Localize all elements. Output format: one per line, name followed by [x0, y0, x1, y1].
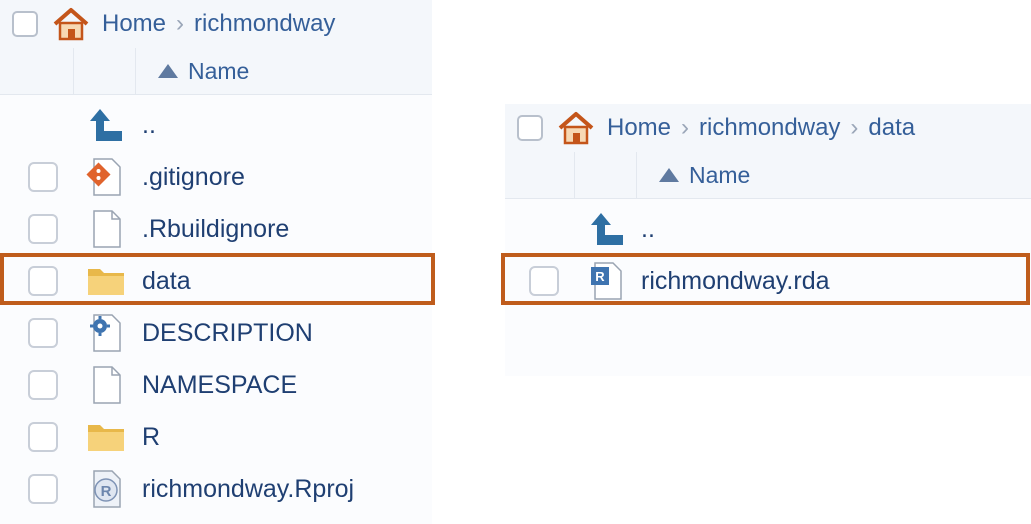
breadcrumb: Home › richmondway — [0, 0, 432, 49]
sort-ascending-icon[interactable] — [659, 168, 679, 182]
column-header: Name — [505, 152, 1031, 199]
blank-file-icon — [93, 366, 121, 404]
home-icon[interactable] — [557, 111, 595, 145]
rproj-file-icon: R — [93, 470, 121, 508]
folder-icon — [88, 425, 124, 451]
list-item[interactable]: data — [0, 255, 432, 307]
file-name[interactable]: richmondway.Rproj — [142, 475, 354, 504]
list-item[interactable]: NAMESPACE — [0, 359, 432, 411]
list-item-parent[interactable]: .. — [505, 203, 1031, 255]
list-item[interactable]: .gitignore — [0, 151, 432, 203]
sort-ascending-icon[interactable] — [158, 64, 178, 78]
header-icon-col — [575, 152, 637, 198]
svg-text:R: R — [101, 483, 112, 500]
breadcrumb: Home › richmondway › data — [505, 104, 1031, 153]
name-column-header[interactable]: Name — [689, 162, 750, 189]
rda-file-icon: R — [591, 262, 622, 300]
row-checkbox[interactable] — [28, 266, 58, 296]
breadcrumb-separator: › — [681, 114, 690, 141]
list-item[interactable]: .Rbuildignore — [0, 203, 432, 255]
row-checkbox[interactable] — [529, 266, 559, 296]
file-name[interactable]: .. — [641, 215, 655, 244]
header-icon-col — [74, 48, 136, 94]
file-browser-left: Home › richmondway Name .. .gitignore .R… — [0, 0, 432, 524]
file-browser-right: Home › richmondway › data Name .. R rich… — [505, 104, 1031, 376]
row-checkbox[interactable] — [28, 474, 58, 504]
folder-icon — [88, 269, 124, 295]
column-header: Name — [0, 48, 432, 95]
list-item[interactable]: R richmondway.rda — [505, 255, 1031, 307]
name-column-header[interactable]: Name — [188, 58, 249, 85]
list-item[interactable]: R richmondway.Rproj — [0, 463, 432, 515]
file-name[interactable]: R — [142, 423, 160, 452]
breadcrumb-richmondway[interactable]: richmondway — [194, 10, 335, 38]
up-arrow-icon — [90, 109, 122, 141]
select-all-checkbox[interactable] — [517, 115, 543, 141]
breadcrumb-home[interactable]: Home — [607, 114, 671, 142]
file-name[interactable]: .. — [142, 111, 156, 140]
row-checkbox[interactable] — [28, 318, 58, 348]
home-icon[interactable] — [52, 7, 90, 41]
file-name[interactable]: .Rbuildignore — [142, 215, 289, 244]
svg-text:R: R — [595, 269, 605, 284]
file-name[interactable]: data — [142, 267, 191, 296]
list-item[interactable]: R — [0, 411, 432, 463]
file-name[interactable]: richmondway.rda — [641, 267, 830, 296]
row-checkbox[interactable] — [28, 162, 58, 192]
gear-file-icon — [90, 314, 121, 352]
blank-file-icon — [93, 210, 121, 248]
file-name[interactable]: NAMESPACE — [142, 371, 297, 400]
breadcrumb-home[interactable]: Home — [102, 10, 166, 38]
breadcrumb-separator: › — [176, 10, 185, 37]
select-all-checkbox[interactable] — [12, 11, 38, 37]
row-checkbox[interactable] — [28, 370, 58, 400]
header-check-col — [0, 48, 74, 94]
list-item[interactable]: DESCRIPTION — [0, 307, 432, 359]
git-file-icon — [86, 158, 121, 196]
breadcrumb-separator: › — [850, 114, 859, 141]
up-arrow-icon — [591, 213, 623, 245]
file-name[interactable]: .gitignore — [142, 163, 245, 192]
file-name[interactable]: DESCRIPTION — [142, 319, 313, 348]
row-checkbox[interactable] — [28, 214, 58, 244]
row-checkbox[interactable] — [28, 422, 58, 452]
breadcrumb-data[interactable]: data — [868, 114, 915, 142]
header-check-col — [505, 152, 575, 198]
breadcrumb-richmondway[interactable]: richmondway — [699, 114, 840, 142]
list-item-parent[interactable]: .. — [0, 99, 432, 151]
